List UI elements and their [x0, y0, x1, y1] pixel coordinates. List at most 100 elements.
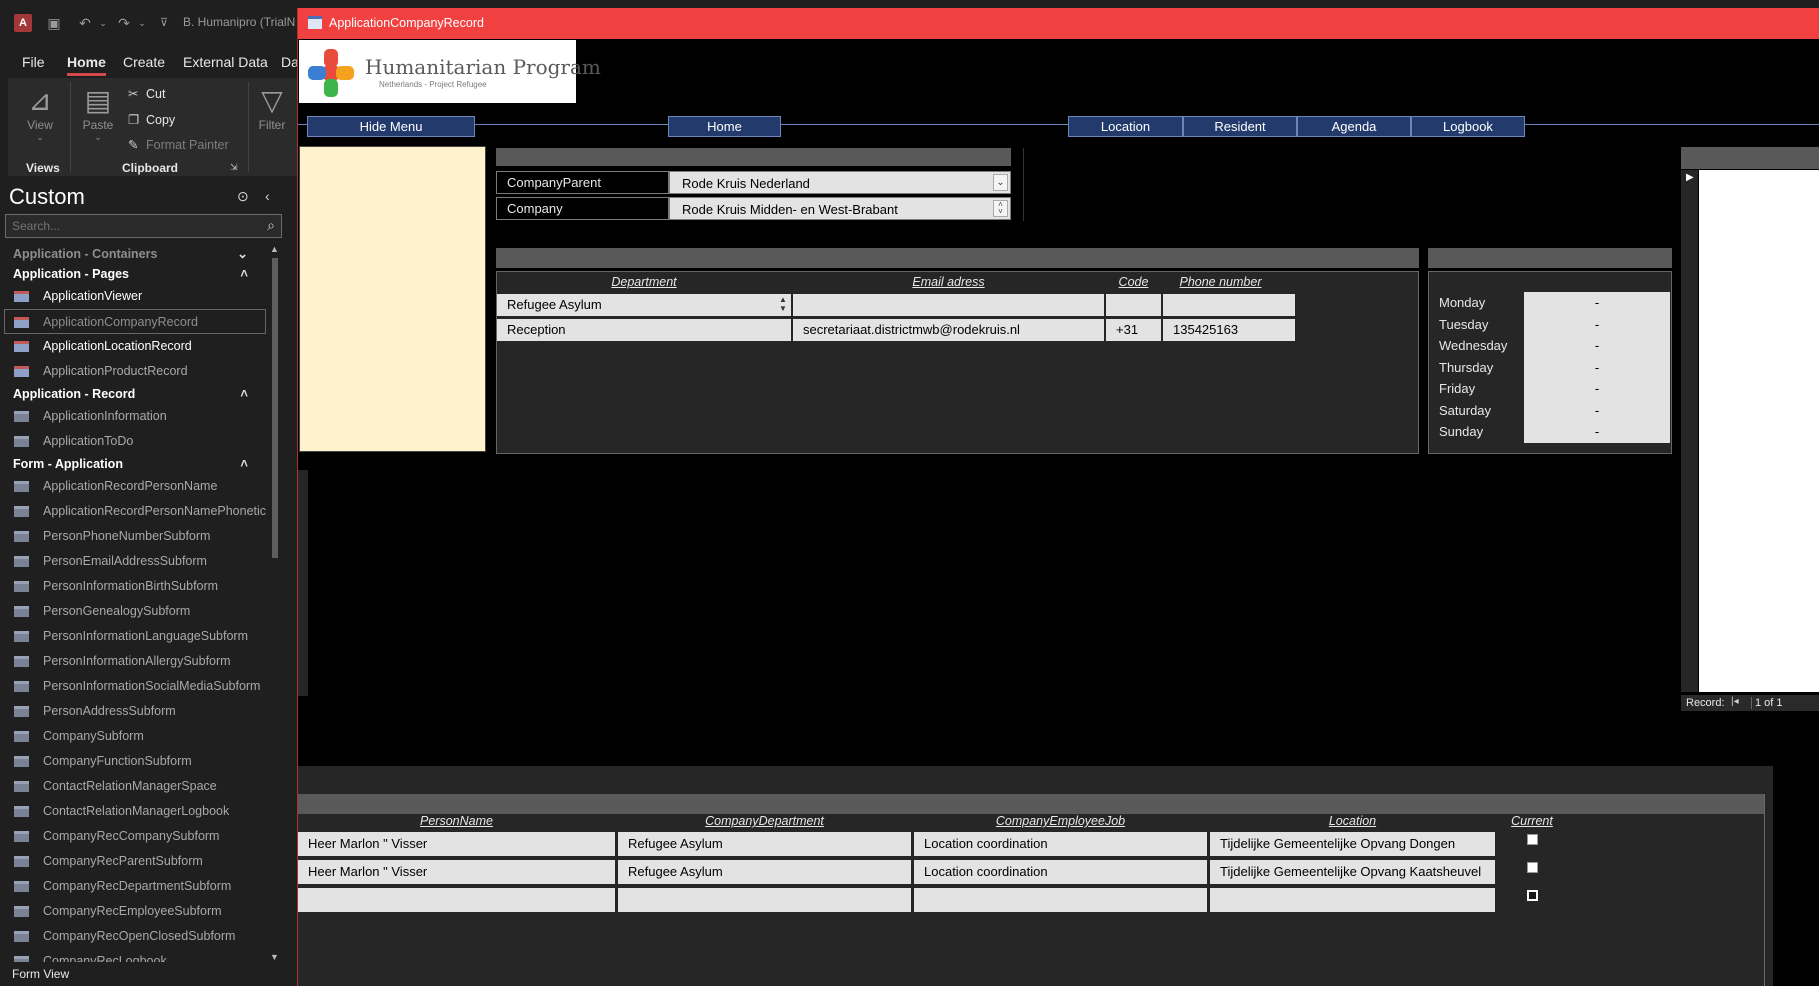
resident-button[interactable]: Resident — [1183, 116, 1297, 137]
chevron-up-icon[interactable]: ˄ — [240, 264, 248, 284]
employee-job-cell[interactable]: Location coordination — [914, 832, 1207, 856]
chevron-down-icon[interactable]: ⌄ — [237, 244, 248, 264]
company-department-cell[interactable]: Refugee Asylum — [618, 832, 911, 856]
nav-group-header[interactable]: Application - Containers ⌄ — [0, 244, 268, 264]
person-name-cell[interactable]: Heer Marlon " Visser — [298, 832, 615, 856]
redo-icon[interactable]: ↷ — [115, 14, 133, 32]
undo-icon[interactable]: ↶ — [76, 14, 94, 32]
nav-item[interactable]: ApplicationCompanyRecord — [4, 309, 266, 334]
nav-item[interactable]: ApplicationToDo — [0, 429, 268, 454]
phone-cell[interactable] — [1163, 294, 1295, 316]
day-hours-field[interactable]: - — [1524, 313, 1670, 336]
nav-item[interactable]: CompanyRecLogbook — [0, 949, 268, 962]
nav-item[interactable]: PersonGenealogySubform — [0, 599, 268, 624]
nav-item[interactable]: PersonAddressSubform — [0, 699, 268, 724]
nav-item[interactable]: ApplicationRecordPersonNamePhonetic — [0, 499, 268, 524]
person-name-cell[interactable]: Heer Marlon " Visser — [298, 860, 615, 884]
phone-cell[interactable]: 135425163 — [1163, 319, 1295, 341]
record-position[interactable]: 1 of 1 — [1751, 697, 1783, 709]
day-hours-field[interactable]: - — [1524, 356, 1670, 379]
nav-item[interactable]: PersonInformationSocialMediaSubform — [0, 674, 268, 699]
nav-item[interactable]: PersonEmailAddressSubform — [0, 549, 268, 574]
home-button[interactable]: Home — [668, 116, 781, 137]
view-button[interactable]: ⊿ View ⌄ — [20, 84, 60, 143]
day-hours-field[interactable]: - — [1524, 335, 1670, 357]
copy-button[interactable]: ❐ Copy — [128, 112, 175, 127]
nav-group-header[interactable]: Form - Application ˄ — [0, 454, 268, 474]
location-cell[interactable]: Tijdelijke Gemeentelijke Opvang Kaatsheu… — [1210, 860, 1495, 884]
nav-search-input[interactable] — [12, 218, 252, 234]
nav-item[interactable]: ContactRelationManagerSpace — [0, 774, 268, 799]
nav-scrollbar[interactable]: ▲ ▼ — [270, 244, 280, 962]
company-department-cell[interactable] — [618, 888, 911, 912]
nav-item[interactable]: PersonPhoneNumberSubform — [0, 524, 268, 549]
day-hours-field[interactable]: - — [1524, 421, 1670, 443]
nav-item[interactable]: CompanySubform — [0, 724, 268, 749]
paste-button[interactable]: ▤ Paste ⌄ — [78, 84, 118, 143]
employee-job-cell[interactable] — [914, 888, 1207, 912]
nav-item[interactable]: CompanyRecCompanySubform — [0, 824, 268, 849]
agenda-button[interactable]: Agenda — [1297, 116, 1411, 137]
clipboard-launcher-icon[interactable]: ⇲ — [230, 162, 238, 173]
nav-item[interactable]: CompanyRecDepartmentSubform — [0, 874, 268, 899]
scrollbar-thumb[interactable] — [272, 258, 278, 558]
tab-home[interactable]: Home — [67, 54, 106, 76]
nav-item[interactable]: ApplicationViewer — [0, 284, 268, 309]
nav-menu-dropdown-icon[interactable]: ⊙ — [237, 188, 249, 205]
nav-item[interactable]: ApplicationInformation — [0, 404, 268, 429]
chevron-up-icon[interactable]: ˄ — [240, 384, 248, 404]
scroll-spinner-icon[interactable]: ˄ ˅ — [993, 200, 1008, 217]
company-field[interactable]: Rode Kruis Midden- en West-Brabant ˄ ˅ — [669, 197, 1011, 220]
nav-item[interactable]: ApplicationProductRecord — [0, 359, 268, 384]
nav-item[interactable]: PersonInformationAllergySubform — [0, 649, 268, 674]
location-cell[interactable] — [1210, 888, 1495, 912]
code-cell[interactable]: +31 — [1106, 319, 1161, 341]
nav-item[interactable]: ContactRelationManagerLogbook — [0, 799, 268, 824]
nav-item[interactable]: CompanyRecEmployeeSubform — [0, 899, 268, 924]
chevron-up-icon[interactable]: ˄ — [240, 454, 248, 474]
department-cell[interactable]: Reception — [497, 319, 791, 341]
scroll-spinner-icon[interactable]: ▲ ▼ — [777, 295, 789, 314]
tab-create[interactable]: Create — [123, 54, 165, 70]
day-hours-field[interactable]: - — [1524, 292, 1670, 314]
scroll-up-icon[interactable]: ▲ — [270, 244, 279, 254]
department-cell[interactable]: Refugee Asylum ▲ ▼ — [497, 294, 791, 316]
logbook-button[interactable]: Logbook — [1411, 116, 1525, 137]
day-hours-field[interactable]: - — [1524, 378, 1670, 400]
nav-item[interactable]: PersonInformationBirthSubform — [0, 574, 268, 599]
email-cell[interactable]: secretariaat.districtmwb@rodekruis.nl — [793, 319, 1104, 341]
company-parent-combo[interactable]: Rode Kruis Nederland ⌄ — [669, 171, 1011, 194]
current-checkbox[interactable] — [1527, 862, 1538, 873]
nav-item[interactable]: CompanyRecParentSubform — [0, 849, 268, 874]
nav-group-header[interactable]: Application - Pages ˄ — [0, 264, 268, 284]
customize-toolbar-icon[interactable]: ⊽ — [155, 14, 173, 32]
nav-header[interactable]: Custom — [9, 184, 85, 210]
save-icon[interactable]: ▣ — [45, 14, 63, 32]
current-checkbox[interactable] — [1527, 890, 1538, 901]
day-hours-field[interactable]: - — [1524, 399, 1670, 422]
nav-item[interactable]: ApplicationRecordPersonName — [0, 474, 268, 499]
email-cell[interactable] — [793, 294, 1104, 316]
tab-file[interactable]: File — [22, 54, 45, 70]
nav-item[interactable]: PersonInformationLanguageSubform — [0, 624, 268, 649]
cut-button[interactable]: ✂ Cut — [128, 86, 165, 101]
filter-button[interactable]: ▽ Filter — [252, 84, 292, 132]
undo-dropdown-icon[interactable]: ⌄ — [94, 14, 112, 32]
nav-collapse-icon[interactable]: ‹ — [265, 188, 270, 204]
location-button[interactable]: Location — [1068, 116, 1183, 137]
location-cell[interactable]: Tijdelijke Gemeentelijke Opvang Dongen — [1210, 832, 1495, 856]
record-selector[interactable]: ▶ — [1681, 170, 1698, 692]
first-record-icon[interactable]: |◂ — [1731, 696, 1739, 707]
hide-menu-button[interactable]: Hide Menu — [307, 116, 475, 137]
search-icon[interactable]: ⌕ — [267, 217, 275, 234]
nav-item[interactable]: ApplicationLocationRecord — [0, 334, 268, 359]
company-department-cell[interactable]: Refugee Asylum — [618, 860, 911, 884]
dropdown-arrow-icon[interactable]: ⌄ — [993, 174, 1008, 191]
current-checkbox[interactable] — [1527, 834, 1538, 845]
redo-dropdown-icon[interactable]: ⌄ — [133, 14, 151, 32]
employee-job-cell[interactable]: Location coordination — [914, 860, 1207, 884]
scroll-down-icon[interactable]: ▼ — [270, 952, 279, 962]
nav-item[interactable]: CompanyFunctionSubform — [0, 749, 268, 774]
nav-group-header[interactable]: Application - Record ˄ — [0, 384, 268, 404]
code-cell[interactable] — [1106, 294, 1161, 316]
